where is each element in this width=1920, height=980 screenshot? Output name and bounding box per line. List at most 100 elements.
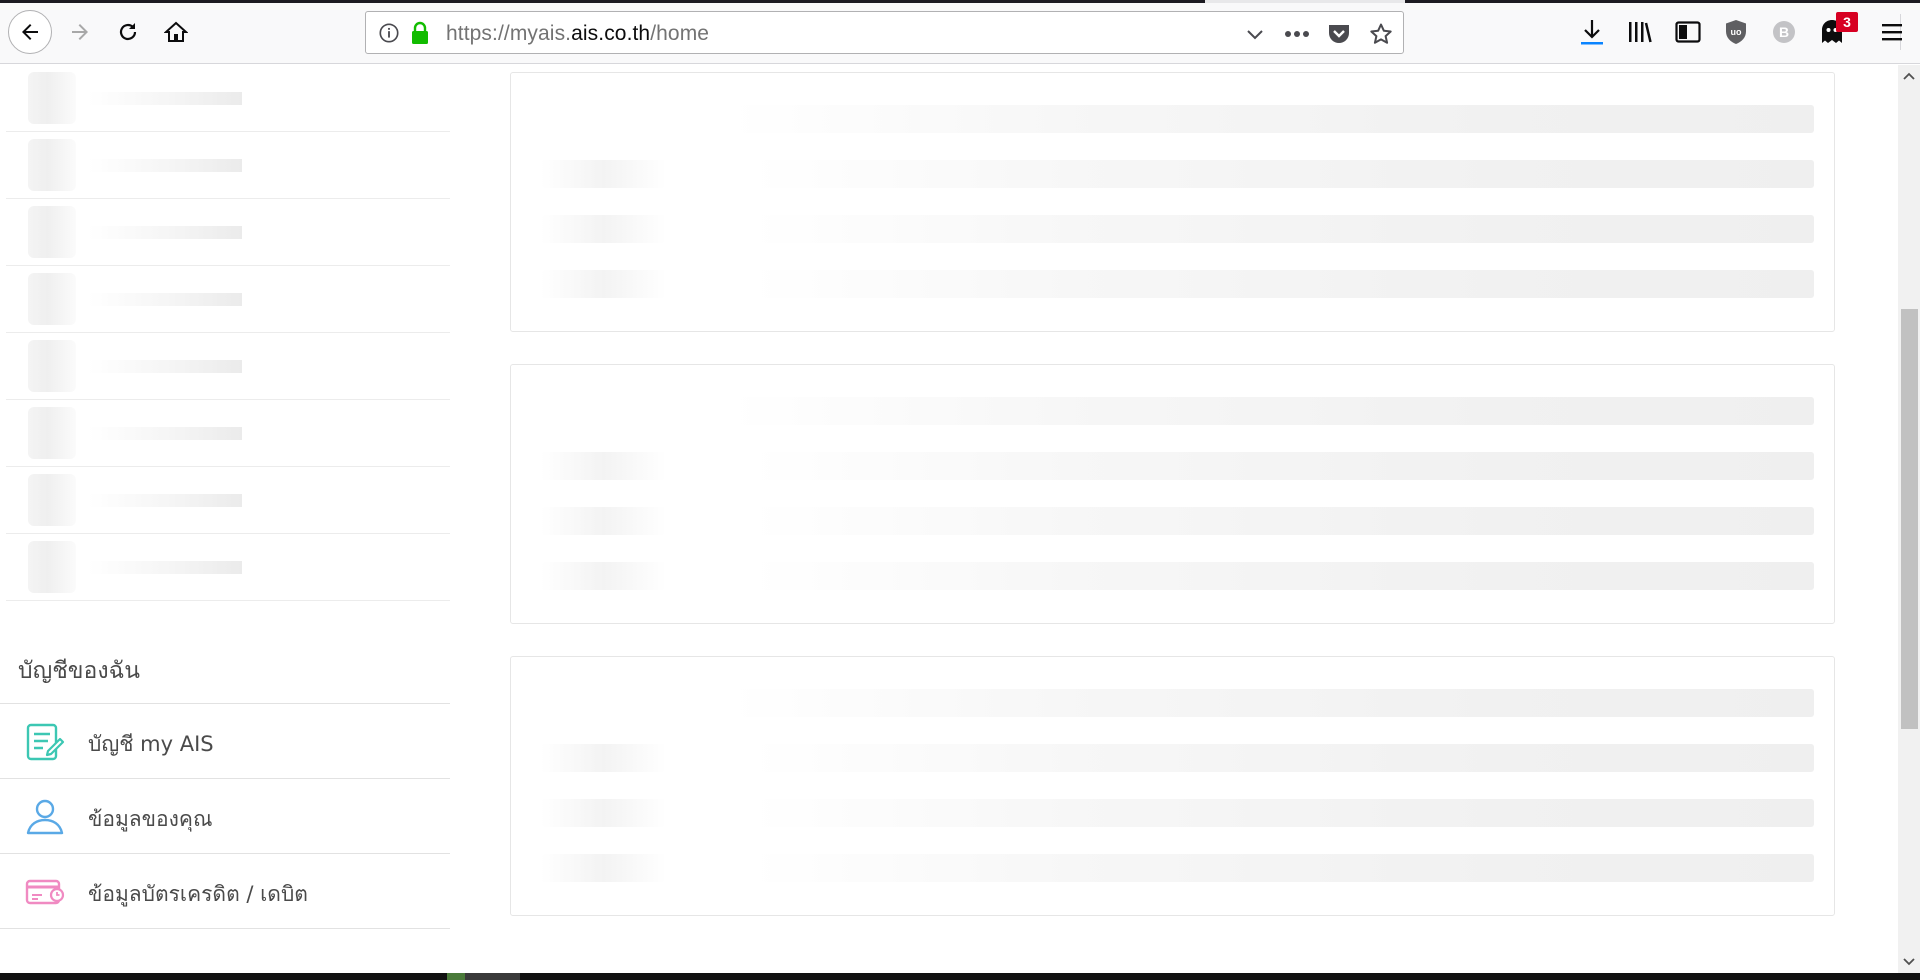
browser-toolbar: https://myais.ais.co.th/home uo B 3 xyxy=(0,0,1920,64)
skeleton-thumbnail xyxy=(28,541,76,593)
skeleton-bar xyxy=(751,160,1814,188)
skeleton-bar xyxy=(751,854,1814,882)
b-extension-button[interactable]: B xyxy=(1770,18,1798,46)
skeleton-line xyxy=(88,159,242,172)
skeleton-bar xyxy=(751,744,1814,772)
skeleton-thumbnail xyxy=(28,340,76,392)
taskbar-accent xyxy=(447,973,465,980)
skeleton-line xyxy=(88,226,242,239)
skeleton-thumbnail xyxy=(28,72,76,124)
skeleton-line xyxy=(88,494,242,507)
reload-icon xyxy=(119,23,137,41)
skeleton-card xyxy=(510,364,1835,624)
chevron-down-icon xyxy=(1247,30,1263,40)
skeleton-label xyxy=(541,270,666,298)
scroll-down-button[interactable] xyxy=(1898,951,1920,973)
skeleton-bar xyxy=(751,452,1814,480)
account-edit-icon xyxy=(26,723,65,761)
menu-item-my-ais-account[interactable]: บัญชี my AIS xyxy=(0,704,450,778)
main-menu-button[interactable] xyxy=(1878,18,1906,46)
skeleton-list-item xyxy=(6,534,450,601)
info-icon[interactable] xyxy=(378,22,400,44)
arrow-right-icon xyxy=(72,24,88,40)
secure-lock-icon[interactable] xyxy=(410,21,430,45)
vertical-scrollbar[interactable] xyxy=(1898,65,1920,973)
skeleton-thumbnail xyxy=(28,273,76,325)
back-button[interactable] xyxy=(8,10,52,54)
skeleton-label xyxy=(541,562,666,590)
skeleton-label xyxy=(541,452,666,480)
hamburger-menu-icon xyxy=(1882,24,1902,41)
skeleton-list-item xyxy=(6,400,450,467)
credit-card-icon xyxy=(25,879,65,905)
menu-item-label: บัญชี my AIS xyxy=(88,732,214,756)
skeleton-bar xyxy=(751,215,1814,243)
b-extension-label: B xyxy=(1779,24,1789,40)
pocket-button[interactable] xyxy=(1326,21,1352,47)
menu-item-label: ข้อมูลบัตรเครดิต / เดบิต xyxy=(88,882,308,906)
tab-strip xyxy=(0,0,1920,3)
skeleton-bar xyxy=(751,507,1814,535)
skeleton-thumbnail xyxy=(28,474,76,526)
url-domain: ais.co.th xyxy=(571,22,651,45)
url-history-dropdown[interactable] xyxy=(1242,21,1268,47)
url-path: /home xyxy=(650,22,710,45)
notification-badge: 3 xyxy=(1836,12,1858,32)
skeleton-label xyxy=(541,160,666,188)
my-account-section-title: บัญชีของฉัน xyxy=(18,658,140,684)
pocket-icon xyxy=(1329,25,1349,43)
skeleton-list-item xyxy=(6,65,450,132)
url-text[interactable]: https://myais.ais.co.th/home xyxy=(446,22,709,46)
star-icon xyxy=(1370,23,1392,44)
skeleton-thumbnail xyxy=(28,139,76,191)
skeleton-card xyxy=(510,656,1835,916)
skeleton-thumbnail xyxy=(28,206,76,258)
main-content xyxy=(450,65,1898,973)
reload-button[interactable] xyxy=(108,12,148,52)
chevron-up-icon xyxy=(1903,72,1915,80)
scroll-up-button[interactable] xyxy=(1898,65,1920,87)
home-button[interactable] xyxy=(156,12,196,52)
page-content: บัญชีของฉัน บัญชี my AIS ข้อมูลของคุณ ข้… xyxy=(0,65,1898,973)
skeleton-label xyxy=(541,507,666,535)
skeleton-header-bar xyxy=(730,397,1814,425)
skeleton-list-item xyxy=(6,199,450,266)
skeleton-thumbnail xyxy=(28,407,76,459)
skeleton-label xyxy=(541,799,666,827)
ublock-label: uo xyxy=(1731,27,1742,37)
skeleton-line xyxy=(88,427,242,440)
skeleton-header-bar xyxy=(730,689,1814,717)
downloads-button[interactable] xyxy=(1578,18,1606,46)
bookmark-star-button[interactable] xyxy=(1368,21,1394,47)
menu-item-your-info[interactable]: ข้อมูลของคุณ xyxy=(0,779,450,853)
download-icon xyxy=(1581,20,1603,45)
sidebar-icon xyxy=(1675,21,1701,43)
skeleton-line xyxy=(88,293,242,306)
skeleton-label xyxy=(541,215,666,243)
page-actions-button[interactable] xyxy=(1284,21,1310,47)
menu-item-credit-card-info[interactable]: ข้อมูลบัตรเครดิต / เดบิต xyxy=(0,854,450,928)
taskbar-edge xyxy=(0,973,1920,980)
active-tab-indicator xyxy=(1205,0,1405,3)
skeleton-bar xyxy=(751,270,1814,298)
menu-divider xyxy=(0,928,450,929)
shield-icon: uo xyxy=(1726,20,1746,44)
skeleton-bar xyxy=(751,799,1814,827)
library-button[interactable] xyxy=(1626,18,1654,46)
home-icon xyxy=(164,21,188,42)
user-profile-icon xyxy=(26,799,64,835)
scrollbar-thumb[interactable] xyxy=(1901,309,1918,729)
ublock-extension-button[interactable]: uo xyxy=(1722,18,1750,46)
skeleton-card xyxy=(510,72,1835,332)
skeleton-line xyxy=(88,561,242,574)
skeleton-list-item xyxy=(6,266,450,333)
url-bar[interactable]: https://myais.ais.co.th/home xyxy=(365,11,1404,54)
forward-button[interactable] xyxy=(60,12,100,52)
skeleton-list-item xyxy=(6,132,450,199)
skeleton-line xyxy=(88,92,242,105)
skeleton-list-item xyxy=(6,333,450,400)
skeleton-line xyxy=(88,360,242,373)
skeleton-bar xyxy=(751,562,1814,590)
sidebar-toggle-button[interactable] xyxy=(1674,18,1702,46)
chevron-down-icon xyxy=(1903,958,1915,966)
